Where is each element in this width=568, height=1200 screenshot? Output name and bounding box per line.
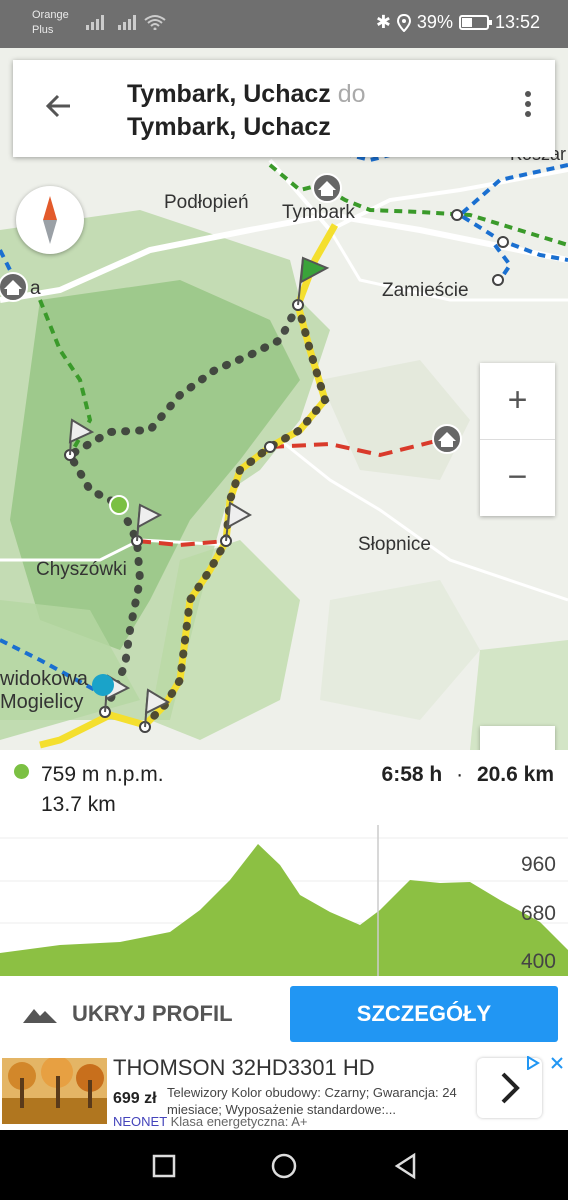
compass-icon [43, 196, 57, 244]
carrier-name: Orange Plus [32, 9, 69, 36]
status-bar: Orange Plus ✱ 39% 13:52 [0, 0, 568, 48]
back-button[interactable] [39, 86, 79, 126]
action-bar: UKRYJ PROFIL SZCZEGÓŁY [0, 976, 568, 1052]
close-icon[interactable] [550, 1056, 564, 1070]
system-nav-bar [0, 1130, 568, 1200]
back-nav-icon[interactable] [392, 1152, 420, 1180]
place-label-zamiescie: Zamieście [382, 280, 469, 301]
y-tick-680: 680 [520, 902, 556, 925]
battery-icon [458, 15, 492, 30]
location-icon [396, 13, 411, 32]
y-tick-960: 960 [520, 853, 556, 876]
profile-area [0, 844, 568, 976]
route-header: Tymbark, Uchacz do Tymbark, Uchacz [13, 60, 555, 157]
elevation-profile[interactable]: 759 m n.p.m. 13.7 km 6:58 h · 20.6 km 96… [0, 750, 568, 976]
ad-image[interactable] [2, 1058, 107, 1124]
recents-icon[interactable] [150, 1152, 178, 1180]
place-label-mogielicy: Mogielicy [0, 691, 84, 713]
place-label-edge-a: a [30, 278, 41, 299]
hide-profile-button[interactable]: UKRYJ PROFIL [22, 988, 233, 1040]
place-label-tymbark: Tymbark [282, 202, 355, 223]
ad-choices-icon[interactable] [526, 1056, 540, 1070]
clock: 13:52 [494, 12, 540, 32]
bluetooth-icon: ✱ [375, 12, 391, 32]
ad-description: Telewizory Kolor obudowy: Czarny; Gwaran… [167, 1085, 457, 1117]
place-label-slopnice: Słopnice [358, 534, 431, 555]
ad-banner[interactable]: THOMSON 32HD3301 HD 699 zł Telewizory Ko… [0, 1052, 568, 1130]
signal-icon [86, 15, 104, 30]
route-title: Tymbark, Uchacz do Tymbark, Uchacz [127, 80, 366, 141]
details-button[interactable]: SZCZEGÓŁY [290, 986, 558, 1042]
home-icon[interactable] [270, 1152, 298, 1180]
mountain-icon [23, 1009, 57, 1023]
zoom-controls: + − [480, 363, 555, 516]
ad-title[interactable]: THOMSON 32HD3301 HD [113, 1055, 375, 1081]
wifi-icon [144, 15, 166, 30]
signal-icon-2 [118, 15, 136, 30]
arrow-left-icon [45, 94, 70, 118]
ad-brand: NEONET Klasa energetyczna: A+ [113, 1114, 308, 1129]
chevron-right-icon [501, 1072, 520, 1104]
more-vert-icon [525, 91, 531, 97]
profile-chart[interactable] [0, 750, 568, 976]
battery-percent: 39% [416, 12, 453, 32]
zoom-out-button[interactable]: − [480, 440, 555, 516]
zoom-in-button[interactable]: + [480, 363, 555, 439]
more-options-button[interactable] [521, 88, 535, 128]
hide-profile-label: UKRYJ PROFIL [72, 1001, 233, 1026]
y-tick-400: 400 [520, 950, 556, 973]
place-label-widokowa: widokowa [0, 668, 88, 690]
place-label-chyszowki: Chyszówki [36, 559, 127, 580]
place-label-podlopien: Podłopień [164, 192, 249, 213]
status-right: ✱ 39% 13:52 [376, 12, 540, 33]
ad-price: 699 zł [113, 1090, 157, 1107]
compass-button[interactable] [16, 186, 84, 254]
